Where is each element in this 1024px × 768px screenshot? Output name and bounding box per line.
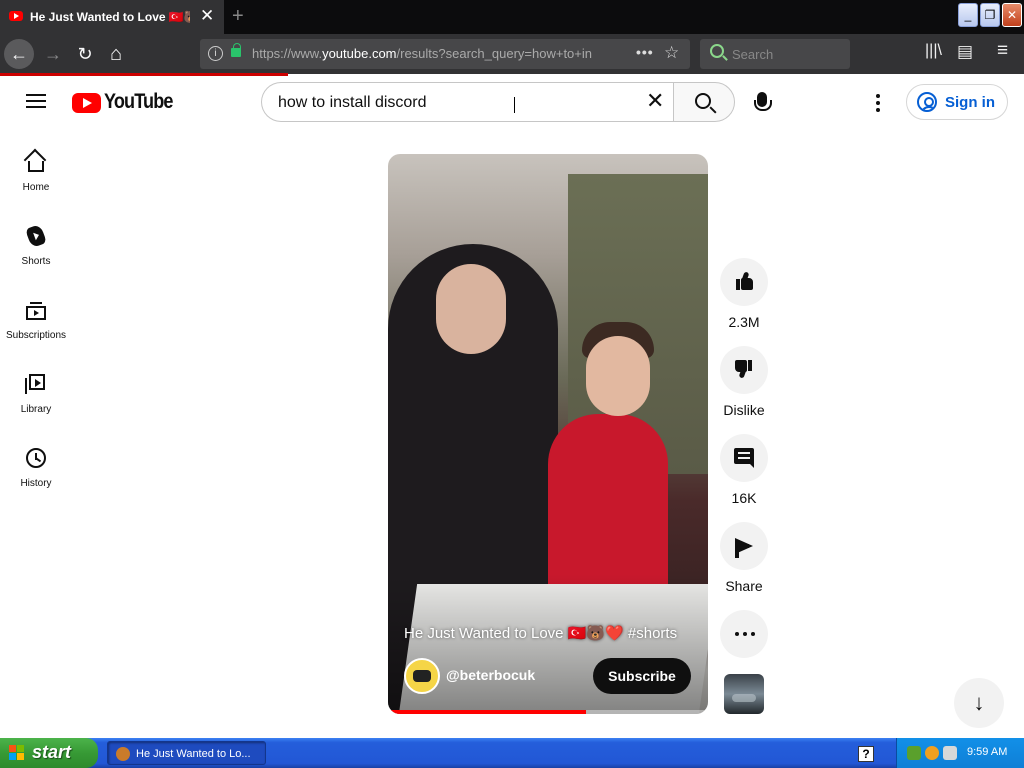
close-window-button[interactable]: ✕ <box>1002 3 1022 27</box>
browser-search-field[interactable]: Search <box>700 39 850 69</box>
next-video-button[interactable]: ↓ <box>954 678 1004 728</box>
taskbar-window-label: He Just Wanted to Lo... <box>136 748 251 760</box>
page-actions-button[interactable]: ••• <box>636 44 654 60</box>
search-engine-icon <box>710 44 724 58</box>
sidebar-item-subscriptions[interactable]: Subscriptions <box>0 288 72 354</box>
home-button[interactable]: ⌂ <box>101 39 131 69</box>
security-tray-icon[interactable] <box>943 746 957 760</box>
bookmark-star-icon[interactable]: ☆ <box>664 43 679 63</box>
comment-icon <box>734 448 754 468</box>
url-domain: youtube.com <box>322 46 397 61</box>
system-tray: 9:59 AM <box>896 738 1024 768</box>
video-frame-face <box>586 336 650 416</box>
youtube-wordmark: YouTube <box>104 90 173 113</box>
library-button[interactable]: |||\ <box>925 42 942 60</box>
text-cursor <box>514 97 515 113</box>
sidebar-toggle-button[interactable]: ▤ <box>957 42 973 62</box>
video-progress-bar[interactable] <box>388 710 708 714</box>
back-button[interactable]: ← <box>4 39 34 69</box>
channel-name[interactable]: @beterbocuk <box>446 667 535 683</box>
new-tab-button[interactable]: + <box>232 5 244 27</box>
tab-close-icon[interactable]: ✕ <box>200 7 214 25</box>
channel-avatar[interactable] <box>404 658 440 694</box>
taskbar-window-button[interactable]: He Just Wanted to Lo... <box>107 741 266 765</box>
url-bar[interactable]: i https://www.youtube.com/results?search… <box>200 39 690 69</box>
sidebar-item-label: Shorts <box>21 256 51 267</box>
forward-button[interactable]: → <box>38 39 68 69</box>
sidebar-item-shorts[interactable]: Shorts <box>0 214 72 280</box>
url-prefix: https://www. <box>252 46 323 61</box>
firefox-icon <box>116 747 130 761</box>
shorts-video-player[interactable]: He Just Wanted to Love 🇹🇷🐻❤️ #shorts @be… <box>388 154 708 714</box>
clock: 9:59 AM <box>967 746 1008 758</box>
tab-strip: He Just Wanted to Love 🇹🇷🐻❤️ ✕ + _ ❐ ✕ <box>0 0 1024 34</box>
youtube-play-icon <box>72 93 101 113</box>
search-tray-icon[interactable] <box>925 746 939 760</box>
video-title[interactable]: He Just Wanted to Love 🇹🇷🐻❤️ #shorts <box>404 624 677 642</box>
comments-circle <box>720 434 768 482</box>
sidebar-item-label: Home <box>22 182 50 193</box>
windows-flag-icon <box>9 745 25 761</box>
sound-thumbnail[interactable] <box>724 674 764 714</box>
minimize-button[interactable]: _ <box>958 3 978 27</box>
search-icon <box>695 93 711 109</box>
thumbs-up-icon <box>736 271 753 290</box>
maximize-button[interactable]: ❐ <box>980 3 1000 27</box>
voice-search-icon[interactable] <box>754 92 772 111</box>
library-icon <box>25 374 45 394</box>
video-frame-face <box>436 264 506 354</box>
like-circle <box>720 258 768 306</box>
like-count: 2.3M <box>728 314 760 330</box>
guide-menu-icon[interactable] <box>26 94 46 108</box>
search-button[interactable] <box>673 82 735 122</box>
sidebar-item-home[interactable]: Home <box>0 140 72 206</box>
share-label: Share <box>725 578 763 594</box>
url-path: /results?search_query=how+to+in <box>396 46 592 61</box>
home-icon <box>28 161 44 172</box>
subscriptions-icon <box>26 302 46 320</box>
sidebar-item-label: History <box>20 478 52 489</box>
url-text[interactable]: https://www.youtube.com/results?search_q… <box>252 46 602 61</box>
site-info-icon[interactable]: i <box>208 46 223 61</box>
navigation-toolbar: ← → ↻ ⌂ i https://www.youtube.com/result… <box>0 34 1024 74</box>
shorts-icon <box>25 223 47 249</box>
search-query-text[interactable]: how to install discord <box>278 94 427 112</box>
browser-tab-active[interactable]: He Just Wanted to Love 🇹🇷🐻❤️ ✕ <box>0 0 224 34</box>
more-circle <box>720 610 768 658</box>
search-placeholder: Search <box>732 47 774 62</box>
sidebar-item-label: Subscriptions <box>5 330 67 341</box>
start-label: start <box>32 742 72 762</box>
video-progress-fill <box>388 710 587 714</box>
sidebar-item-label: Library <box>20 404 52 415</box>
sidebar-item-history[interactable]: History <box>0 436 72 502</box>
window-controls: _ ❐ ✕ <box>958 3 1022 27</box>
subscribe-button[interactable]: Subscribe <box>593 658 691 694</box>
sign-in-label: Sign in <box>945 94 995 111</box>
sidebar-item-library[interactable]: Library <box>0 362 72 428</box>
settings-menu-icon[interactable] <box>876 94 880 112</box>
comment-count: 16K <box>731 490 757 506</box>
youtube-favicon-icon <box>9 11 23 21</box>
dislike-label: Dislike <box>723 402 765 418</box>
start-button[interactable]: start <box>0 738 98 768</box>
thumbs-down-icon <box>736 360 752 379</box>
account-icon <box>917 92 937 112</box>
reload-button[interactable]: ↻ <box>70 39 100 69</box>
clear-search-icon[interactable]: ✕ <box>646 90 664 112</box>
network-icon[interactable] <box>907 746 921 760</box>
share-arrow-icon <box>735 538 753 558</box>
help-icon[interactable]: ? <box>858 746 874 762</box>
share-circle <box>720 522 768 570</box>
secure-lock-icon <box>231 43 241 57</box>
search-input[interactable]: how to install discord ✕ <box>261 82 673 122</box>
history-icon <box>26 448 46 468</box>
open-menu-button[interactable]: ≡ <box>997 40 1008 62</box>
sign-in-button[interactable]: Sign in <box>906 84 1008 120</box>
youtube-header: YouTube how to install discord ✕ Sign in <box>0 76 1024 130</box>
more-horiz-icon <box>735 632 755 636</box>
tab-title: He Just Wanted to Love 🇹🇷🐻❤️ <box>30 10 190 24</box>
dislike-circle <box>720 346 768 394</box>
